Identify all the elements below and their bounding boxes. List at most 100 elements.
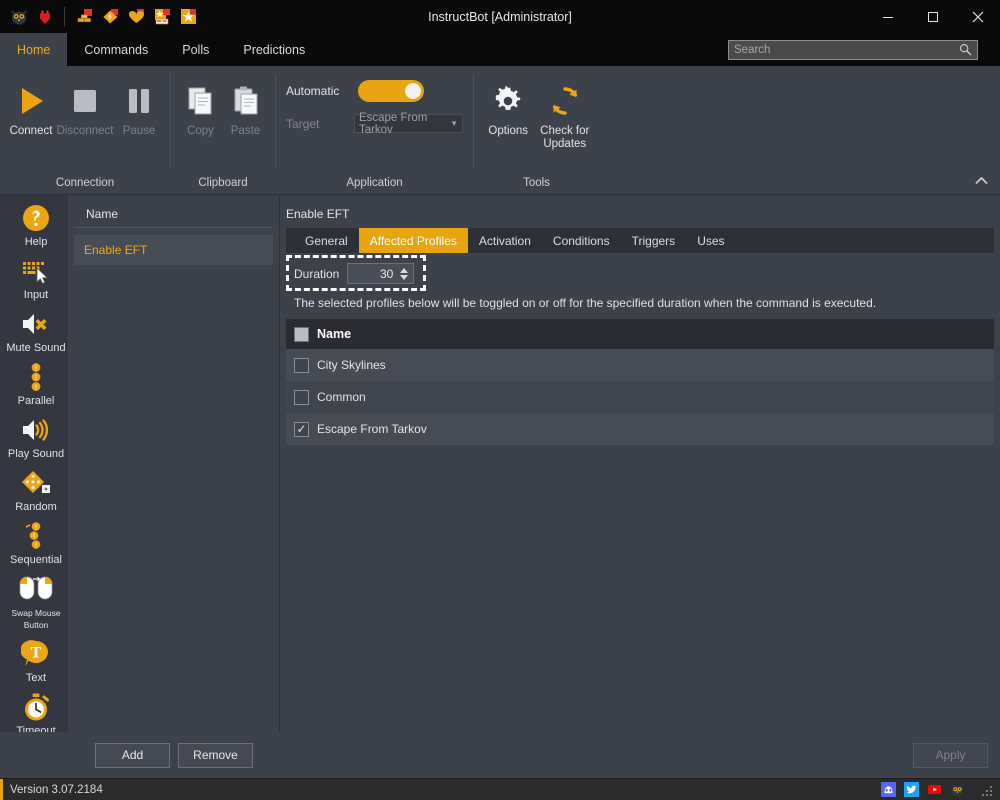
sidebar-item-random[interactable]: Random xyxy=(0,464,68,517)
stopwatch-icon xyxy=(21,691,51,723)
table-row[interactable]: ✓ Escape From Tarkov xyxy=(286,413,994,445)
target-combobox[interactable]: Escape From Tarkov ▼ xyxy=(353,112,463,136)
ribbon-tab-polls[interactable]: Polls xyxy=(165,33,226,66)
sidebar-item-play-sound[interactable]: Play Sound xyxy=(0,411,68,464)
sidebar-label-help: Help xyxy=(24,236,48,248)
ribbon-tab-commands[interactable]: Commands xyxy=(67,33,165,66)
duration-spinner-arrows[interactable] xyxy=(398,267,413,280)
sidebar-item-help[interactable]: Help xyxy=(0,199,68,252)
question-circle-icon xyxy=(21,202,51,234)
paste-button[interactable]: Paste xyxy=(224,74,267,139)
add-button[interactable]: Add xyxy=(95,742,170,768)
sidebar-item-input[interactable]: Input xyxy=(0,252,68,305)
resize-grip-icon[interactable] xyxy=(982,784,994,796)
sidebar-label-input: Input xyxy=(23,289,49,301)
remove-button[interactable]: Remove xyxy=(178,742,253,768)
owl-logo-icon[interactable] xyxy=(6,4,32,30)
tab-triggers[interactable]: Triggers xyxy=(621,228,687,253)
sidebar-label-random: Random xyxy=(15,501,57,513)
discord-icon[interactable] xyxy=(881,782,896,797)
ribbon-tab-predictions[interactable]: Predictions xyxy=(226,33,322,66)
disconnect-label: Disconnect xyxy=(56,125,114,137)
copy-button[interactable]: Copy xyxy=(179,74,222,139)
lightning-tag-icon[interactable] xyxy=(97,4,123,30)
ribbon-group-clipboard: Copy Paste Clipboard xyxy=(171,66,275,194)
duration-value[interactable]: 30 xyxy=(348,267,398,281)
sequential-coins-icon: ! ! ! xyxy=(21,520,51,552)
table-row[interactable]: Common xyxy=(286,381,994,413)
sidebar-item-timeout[interactable]: Timeout xyxy=(0,688,68,732)
duration-stepper[interactable]: 30 xyxy=(347,263,415,284)
owl-logo-icon[interactable] xyxy=(950,782,965,797)
search-input[interactable] xyxy=(734,43,959,56)
connect-label: Connect xyxy=(9,125,53,137)
chevron-up-icon[interactable] xyxy=(970,170,992,190)
star-card-icon[interactable] xyxy=(149,4,175,30)
check-for-updates-button[interactable]: Check for Updates xyxy=(539,74,592,152)
command-list-body[interactable]: Enable EFT xyxy=(68,228,279,732)
ribbon-tab-strip: Home Commands Polls Predictions xyxy=(0,33,1000,66)
ribbon-tab-home[interactable]: Home xyxy=(0,33,68,66)
twitter-icon[interactable] xyxy=(904,782,919,797)
maximize-icon[interactable] xyxy=(910,0,955,33)
tab-uses[interactable]: Uses xyxy=(686,228,735,253)
minimize-icon[interactable] xyxy=(865,0,910,33)
sidebar-item-sequential[interactable]: ! ! ! Sequential xyxy=(0,517,68,570)
youtube-icon[interactable] xyxy=(927,782,942,797)
options-button[interactable]: Options xyxy=(482,74,535,139)
duration-label: Duration xyxy=(294,266,340,281)
tab-conditions[interactable]: Conditions xyxy=(542,228,621,253)
detail-tab-bar: General Affected Profiles Activation Con… xyxy=(286,228,994,253)
automatic-toggle[interactable] xyxy=(358,80,424,102)
search-icon[interactable] xyxy=(959,43,972,56)
list-item[interactable]: Enable EFT xyxy=(74,235,273,265)
tab-affected-profiles[interactable]: Affected Profiles xyxy=(358,228,468,253)
tab-general[interactable]: General xyxy=(294,228,359,253)
check-icon: ✓ xyxy=(296,422,307,436)
pause-button[interactable]: Pause xyxy=(116,74,162,139)
row-checkbox[interactable] xyxy=(294,357,309,373)
disconnect-button[interactable]: Disconnect xyxy=(56,74,114,139)
footer-bar: Add Remove Apply xyxy=(0,732,1000,778)
group-label-tools: Tools xyxy=(523,177,550,189)
spinner-down-icon[interactable] xyxy=(400,274,409,280)
svg-text:!: ! xyxy=(35,365,38,373)
plug-icon[interactable] xyxy=(32,4,58,30)
connect-button[interactable]: Connect xyxy=(8,74,54,139)
star-icon[interactable] xyxy=(175,4,201,30)
affected-profiles-description: The selected profiles below will be togg… xyxy=(294,296,877,310)
sidebar-item-text[interactable]: T Text xyxy=(0,635,68,688)
spinner-up-icon[interactable] xyxy=(400,267,409,273)
pause-bars-icon xyxy=(121,79,157,123)
detail-title: Enable EFT xyxy=(286,207,350,221)
row-checkbox[interactable]: ✓ xyxy=(294,421,309,437)
command-list-panel: Name Enable EFT xyxy=(68,195,280,732)
profile-name: City Skylines xyxy=(317,358,386,372)
gold-bars-icon[interactable] xyxy=(71,4,97,30)
automatic-row: Automatic xyxy=(286,80,463,102)
sidebar-item-parallel[interactable]: ! ! ! Parallel xyxy=(0,358,68,411)
footer-left-buttons: Add Remove xyxy=(0,742,280,768)
main-body: Help Input Mute Sound ! ! ! Parallel Pla… xyxy=(0,195,1000,732)
sidebar-item-swap-mouse-button[interactable]: Swap Mouse Button xyxy=(0,570,68,635)
profile-name: Common xyxy=(317,390,366,404)
sidebar-item-mute-sound[interactable]: Mute Sound xyxy=(0,305,68,358)
copy-label: Copy xyxy=(187,125,214,137)
close-icon[interactable] xyxy=(955,0,1000,33)
play-triangle-icon xyxy=(13,79,49,123)
tab-activation[interactable]: Activation xyxy=(468,228,542,253)
ribbon-group-tools: Options Check for Updates Tools xyxy=(474,66,599,194)
automatic-label: Automatic xyxy=(286,84,340,98)
ribbon-group-application: Automatic Target Escape From Tarkov ▼ Ap… xyxy=(276,66,473,194)
text-bubble-icon: T xyxy=(21,638,51,670)
table-row[interactable]: City Skylines xyxy=(286,349,994,381)
row-checkbox[interactable] xyxy=(294,389,309,405)
heart-icon[interactable] xyxy=(123,4,149,30)
apply-button[interactable]: Apply xyxy=(913,742,988,768)
ribbon: Connect Disconnect Pause Connection Copy… xyxy=(0,66,1000,195)
select-all-checkbox[interactable] xyxy=(294,326,309,342)
sidebar-label-timeout: Timeout xyxy=(16,725,56,732)
status-bar: Version 3.07.2184 xyxy=(0,778,1000,800)
search-box[interactable] xyxy=(728,39,978,60)
svg-text:!: ! xyxy=(35,542,38,550)
